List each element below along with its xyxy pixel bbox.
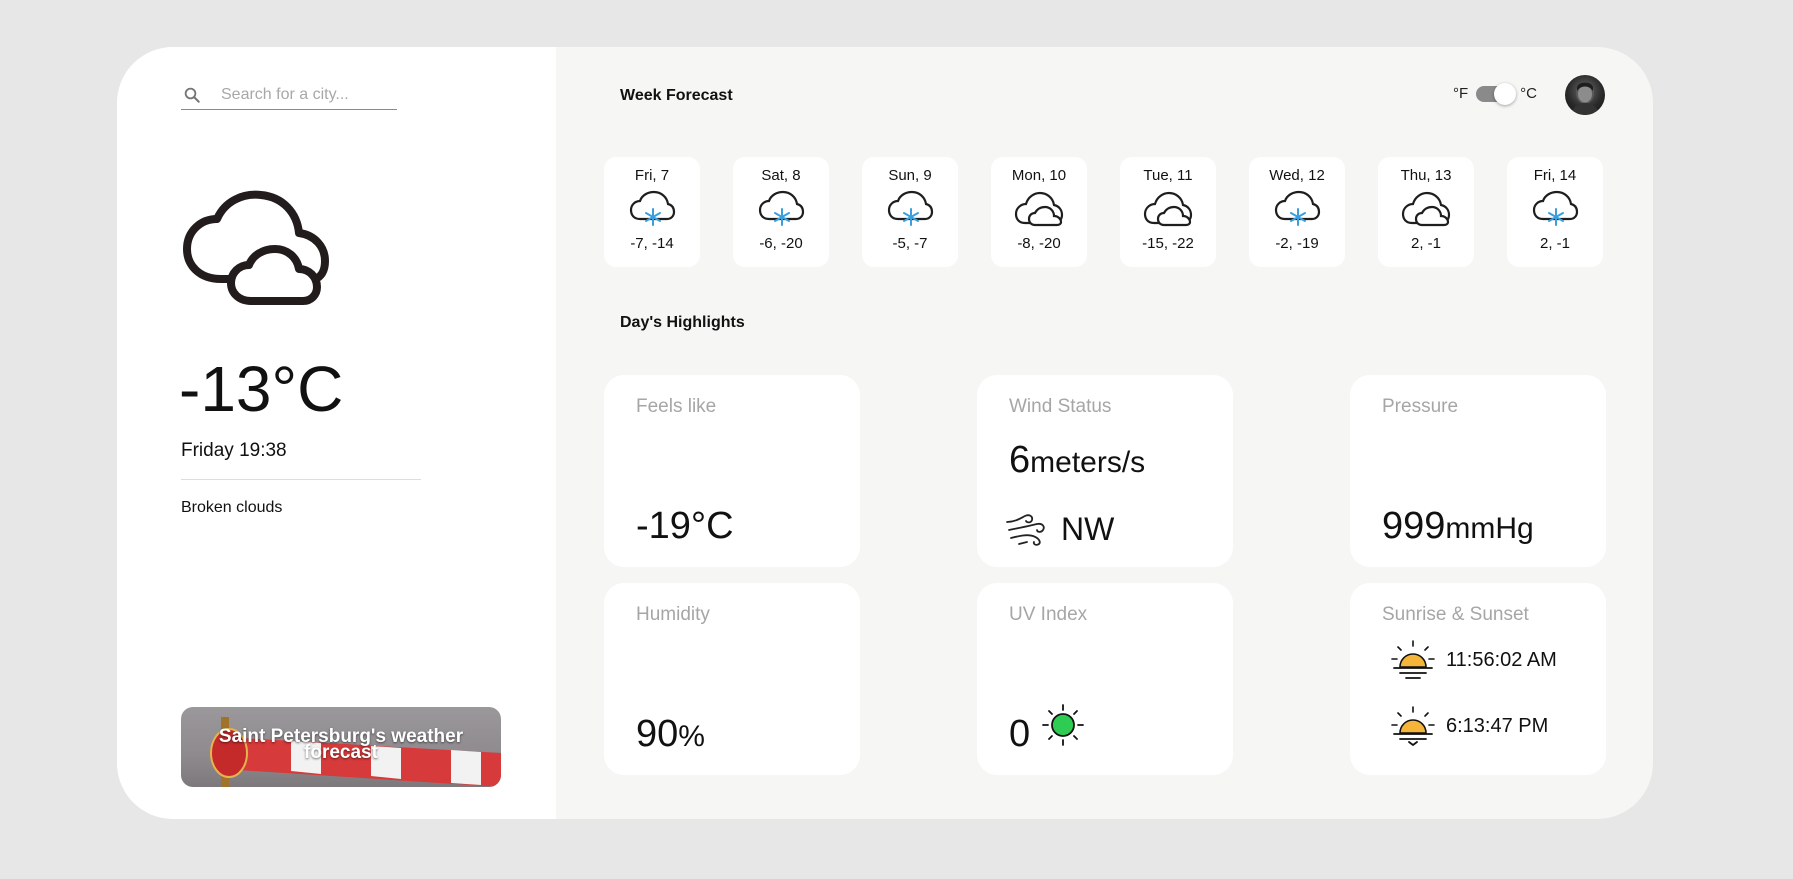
unit-fahrenheit-label[interactable]: °F (1453, 85, 1468, 102)
humidity-card: Humidity 90% (604, 583, 860, 775)
uv-sun-icon (1042, 704, 1084, 746)
snow-cloud-icon (1274, 190, 1321, 226)
forecast-day-name: Fri, 14 (1533, 167, 1577, 184)
cloud-icon (1401, 191, 1451, 227)
weather-app: -13°C Friday 19:38 Broken clouds Saint P… (117, 47, 1653, 819)
forecast-panel: Week Forecast °F °C Fri, 7 -7, -14 Sat, … (556, 47, 1653, 819)
forecast-temp-range: 2, -1 (1410, 235, 1441, 252)
humidity-number: 90 (636, 713, 679, 755)
city-banner[interactable]: Saint Petersburg's weather forecast (181, 707, 501, 787)
forecast-temp-range: 2, -1 (1539, 235, 1570, 252)
forecast-temp-range: -5, -7 (892, 235, 928, 252)
forecast-day-name: Sat, 8 (761, 167, 801, 184)
feels-like-card: Feels like -19°C (604, 375, 860, 567)
user-photo (1571, 82, 1599, 115)
search-input[interactable] (221, 86, 381, 104)
feels-like-value: -19°C (636, 505, 734, 547)
forecast-day-name: Fri, 7 (634, 167, 670, 184)
sunrise-icon (1391, 640, 1435, 679)
forecast-temp-range: -6, -20 (759, 235, 803, 252)
forecast-temp-range: -2, -19 (1275, 235, 1319, 252)
highlights-title: Day's Highlights (620, 314, 745, 331)
forecast-day-card[interactable]: Sun, 9 -5, -7 (862, 157, 958, 267)
forecast-temp-range: -15, -22 (1142, 235, 1194, 252)
forecast-temp-range: -8, -20 (1017, 235, 1061, 252)
sunrise-row: 11:56:02 AM (1390, 639, 1557, 681)
unit-toggle: °F °C (1453, 82, 1537, 105)
forecast-day-name: Thu, 13 (1400, 167, 1452, 184)
snow-cloud-icon (758, 190, 805, 226)
city-banner-label: Saint Petersburg's weather forecast (218, 726, 464, 763)
uv-index-label: UV Index (1009, 604, 1088, 625)
humidity-unit: % (678, 720, 705, 753)
unit-switch[interactable] (1476, 82, 1517, 105)
forecast-day-card[interactable]: Thu, 13 2, -1 (1378, 157, 1474, 267)
forecast-day-card[interactable]: Tue, 11 -15, -22 (1120, 157, 1216, 267)
snow-cloud-icon (629, 190, 676, 226)
snow-cloud-icon (1532, 190, 1579, 226)
current-datetime: Friday 19:38 (181, 440, 287, 461)
unit-celsius-label[interactable]: °C (1520, 85, 1537, 102)
forecast-temp-range: -7, -14 (630, 235, 674, 252)
forecast-day-card[interactable]: Mon, 10 -8, -20 (991, 157, 1087, 267)
pressure-label: Pressure (1382, 396, 1459, 417)
wind-icon (1006, 513, 1045, 546)
avatar[interactable] (1565, 75, 1605, 115)
forecast-day-name: Tue, 11 (1143, 167, 1193, 184)
sunrise-time: 11:56:02 AM (1446, 648, 1557, 671)
pressure-value: 999mmHg (1382, 505, 1534, 548)
forecast-day-card[interactable]: Fri, 7 -7, -14 (604, 157, 700, 267)
wind-direction: NW (1005, 511, 1114, 548)
wind-speed: 6meters/s (1009, 439, 1145, 482)
cloud-icon (1143, 191, 1193, 227)
forecast-day-card[interactable]: Fri, 14 2, -1 (1507, 157, 1603, 267)
wind-status-card: Wind Status 6meters/s NW (977, 375, 1233, 567)
wind-speed-value: 6 (1009, 439, 1031, 481)
divider (181, 479, 421, 480)
forecast-day-card[interactable]: Sat, 8 -6, -20 (733, 157, 829, 267)
search-icon[interactable] (183, 86, 201, 104)
sunrise-sunset-label: Sunrise & Sunset (1382, 604, 1529, 625)
current-temperature: -13°C (179, 353, 344, 425)
feels-like-label: Feels like (636, 396, 717, 417)
humidity-value: 90% (636, 713, 705, 756)
weather-description: Broken clouds (181, 499, 283, 516)
uv-index-card: UV Index 0 (977, 583, 1233, 775)
snow-cloud-icon (887, 190, 934, 226)
switch-knob[interactable] (1494, 82, 1517, 105)
uv-index-value: 0 (1009, 713, 1031, 755)
week-forecast-title: Week Forecast (620, 87, 733, 104)
forecast-day-name: Sun, 9 (888, 167, 932, 184)
sunset-row: 6:13:47 PM (1390, 705, 1548, 747)
broken-clouds-icon (183, 190, 329, 305)
search-bar[interactable] (181, 81, 397, 110)
pressure-number: 999 (1382, 505, 1446, 547)
sunrise-sunset-card: Sunrise & Sunset 11:56:02 AM 6:13:47 PM (1350, 583, 1606, 775)
current-weather-panel: -13°C Friday 19:38 Broken clouds Saint P… (117, 47, 556, 819)
humidity-label: Humidity (636, 604, 710, 625)
forecast-day-name: Wed, 12 (1269, 167, 1325, 184)
cloud-icon (1014, 191, 1064, 227)
wind-speed-unit: meters/s (1030, 446, 1146, 479)
forecast-day-card[interactable]: Wed, 12 -2, -19 (1249, 157, 1345, 267)
sunset-icon (1391, 706, 1435, 746)
pressure-unit: mmHg (1445, 512, 1534, 545)
pressure-card: Pressure 999mmHg (1350, 375, 1606, 567)
forecast-day-name: Mon, 10 (1011, 167, 1067, 184)
wind-direction-value: NW (1061, 511, 1115, 547)
wind-status-label: Wind Status (1009, 396, 1112, 417)
sunset-time: 6:13:47 PM (1446, 714, 1549, 737)
week-forecast-list: Fri, 7 -7, -14 Sat, 8 -6, -20 Sun, 9 -5,… (604, 157, 1603, 267)
